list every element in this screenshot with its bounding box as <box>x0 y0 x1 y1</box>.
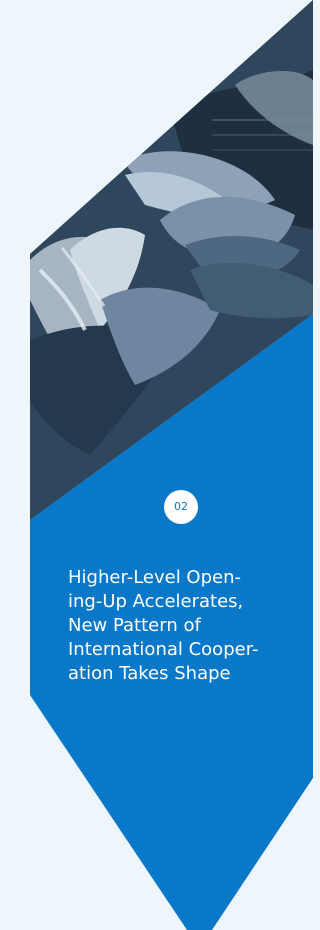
chapter-title: Higher-Level Open- ing-Up Accelerates, N… <box>68 566 313 686</box>
hexagon-photo-panel <box>30 0 313 930</box>
chapter-title-line-5: ation Takes Shape <box>68 663 231 684</box>
chapter-number-badge: 02 <box>164 490 198 524</box>
chapter-title-line-4: International Cooper- <box>68 639 259 660</box>
chapter-title-line-2: ing-Up Accelerates, <box>68 591 244 612</box>
chapter-card[interactable]: 02 Higher-Level Open- ing-Up Accelerates… <box>0 0 313 930</box>
chapter-title-line-1: Higher-Level Open- <box>68 567 241 588</box>
chapter-title-line-3: New Pattern of <box>68 615 201 636</box>
